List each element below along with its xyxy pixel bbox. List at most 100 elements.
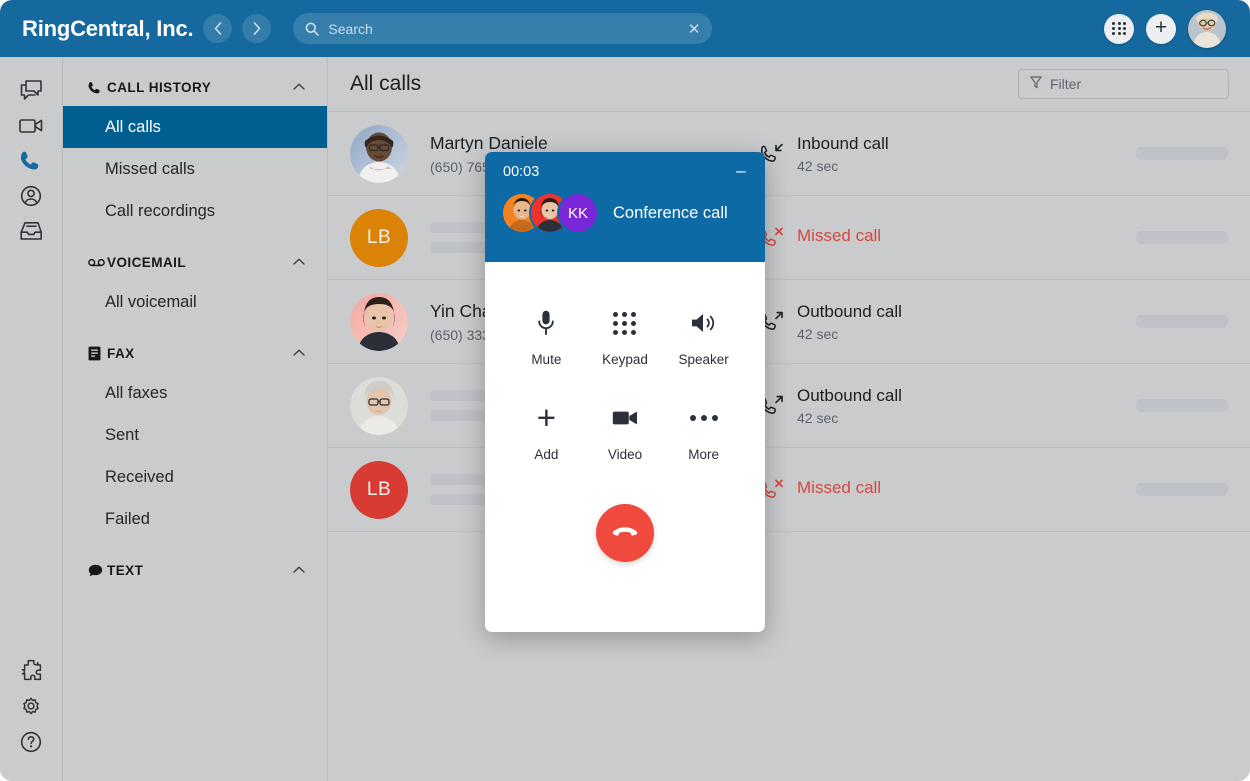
rail-item-fax-tray[interactable] (9, 213, 53, 248)
rail-item-help[interactable] (9, 724, 53, 759)
sidebar-item-label: Missed calls (105, 159, 195, 178)
call-duration: 42 sec (797, 409, 839, 426)
end-call-button[interactable] (596, 504, 654, 562)
contact-photo (350, 376, 408, 435)
call-history-list: Martyn Daniele (650) 765-4 Inbound call … (328, 112, 1250, 532)
sidebar-item-missed-calls[interactable]: Missed calls (63, 148, 327, 190)
sidebar-group-call-history[interactable]: CALL HISTORY (63, 69, 327, 106)
timestamp-placeholder (1136, 315, 1228, 328)
chevron-up-icon (293, 565, 305, 576)
sidebar-item-label: All voicemail (105, 292, 197, 311)
sidebar-item-received[interactable]: Received (63, 456, 327, 498)
video-icon (19, 119, 43, 133)
icon-rail (0, 57, 63, 781)
rail-item-video[interactable] (9, 108, 53, 143)
search-input[interactable] (328, 20, 682, 37)
call-type-cell: Inbound call 42 sec (760, 134, 1090, 174)
sidebar-item-label: All faxes (105, 383, 168, 402)
contacts-icon (20, 185, 42, 206)
dialpad-icon (1112, 21, 1126, 36)
call-type-label: Outbound call (797, 385, 902, 405)
call-actions: Mute Keypad Speaker + Add Video More (485, 262, 765, 462)
timestamp-placeholder (1136, 231, 1228, 244)
chevron-up-icon (293, 257, 305, 268)
table-row[interactable]: Yin Chan (650) 333-1 Outbound call 42 se… (328, 280, 1250, 364)
table-row[interactable]: LB Missed call (328, 196, 1250, 280)
contact-photo (350, 292, 408, 351)
avatar: LB (350, 208, 408, 267)
keypad-button[interactable]: Keypad (586, 308, 665, 367)
forward-button[interactable] (242, 14, 272, 43)
filter-button[interactable]: Filter (1018, 69, 1229, 99)
sidebar-item-all-calls[interactable]: All calls (63, 106, 327, 148)
rail-bottom-group (9, 652, 53, 781)
sidebar-group-label: VOICEMAIL (107, 255, 187, 270)
call-duration: 42 sec (797, 325, 839, 342)
app-window: RingCentral, Inc. ✕ (0, 0, 1250, 781)
search-bar[interactable]: ✕ (293, 13, 713, 44)
call-type-text: Outbound call 42 sec (797, 386, 902, 426)
call-type-label: Inbound call (797, 133, 889, 153)
participant-avatar: KK (559, 194, 597, 232)
phone-icon (20, 151, 39, 170)
sidebar-group-label: CALL HISTORY (107, 80, 212, 95)
video-button[interactable]: Video (586, 403, 665, 462)
fax-tray-icon (19, 221, 42, 240)
add-button[interactable]: + (1146, 13, 1176, 44)
avatar-initials: LB (366, 478, 392, 500)
speaker-button[interactable]: Speaker (664, 308, 743, 367)
rail-item-message[interactable] (9, 73, 53, 108)
fax-icon (88, 346, 107, 361)
minimize-icon[interactable]: – (732, 162, 750, 179)
end-call-row (485, 504, 765, 562)
call-type-label: Missed call (797, 225, 882, 245)
table-row[interactable]: Martyn Daniele (650) 765-4 Inbound call … (328, 112, 1250, 196)
sidebar-item-label: Sent (105, 425, 139, 444)
header-actions: + (1104, 9, 1232, 48)
call-type-label: Missed call (797, 477, 882, 497)
avatar-initials: LB (366, 226, 392, 248)
rail-item-apps[interactable] (9, 652, 53, 687)
microphone-icon (537, 308, 555, 338)
rail-item-phone[interactable] (9, 143, 53, 178)
sidebar-item-all-voicemail[interactable]: All voicemail (63, 281, 327, 323)
rail-item-contacts[interactable] (9, 178, 53, 213)
call-type-label: Outbound call (797, 301, 902, 321)
add-call-button[interactable]: + Add (507, 401, 586, 462)
table-row[interactable]: Outbound call 42 sec (328, 364, 1250, 448)
dialpad-button[interactable] (1104, 13, 1134, 44)
end-call-icon (612, 527, 638, 536)
mute-button[interactable]: Mute (507, 308, 586, 367)
sidebar-group-label: TEXT (107, 563, 144, 578)
phone-icon (88, 81, 107, 95)
sidebar-item-sent[interactable]: Sent (63, 414, 327, 456)
call-type-cell: Outbound call 42 sec (760, 302, 1090, 342)
sidebar-group-text[interactable]: TEXT (63, 552, 327, 589)
participant-initials: KK (567, 204, 588, 222)
rail-item-settings[interactable] (9, 688, 53, 723)
call-type-cell: Missed call (760, 226, 1090, 250)
sidebar-group-voicemail[interactable]: VOICEMAIL (63, 244, 327, 281)
speaker-icon (691, 308, 717, 338)
close-icon[interactable]: ✕ (682, 20, 701, 38)
table-row[interactable]: LB Missed call (328, 448, 1250, 532)
message-icon (20, 80, 42, 100)
call-duration: 42 sec (797, 157, 839, 174)
chat-bubble-icon (88, 564, 107, 577)
call-type-text: Missed call (797, 226, 881, 250)
avatar (350, 124, 408, 183)
sidebar-item-all-faxes[interactable]: All faxes (63, 372, 327, 414)
help-question-icon (20, 731, 42, 752)
more-button[interactable]: More (664, 403, 743, 462)
call-type-cell: Outbound call 42 sec (760, 386, 1090, 426)
apps-puzzle-icon (21, 659, 42, 680)
sidebar-group-fax[interactable]: FAX (63, 335, 327, 372)
user-avatar[interactable] (1188, 9, 1226, 48)
chevron-up-icon (293, 348, 305, 359)
video-camera-icon (612, 403, 638, 433)
sidebar-item-call-recordings[interactable]: Call recordings (63, 190, 327, 232)
back-button[interactable] (203, 14, 233, 43)
action-label: Mute (531, 352, 562, 367)
sidebar-item-failed[interactable]: Failed (63, 498, 327, 540)
call-title: Conference call (613, 203, 728, 222)
